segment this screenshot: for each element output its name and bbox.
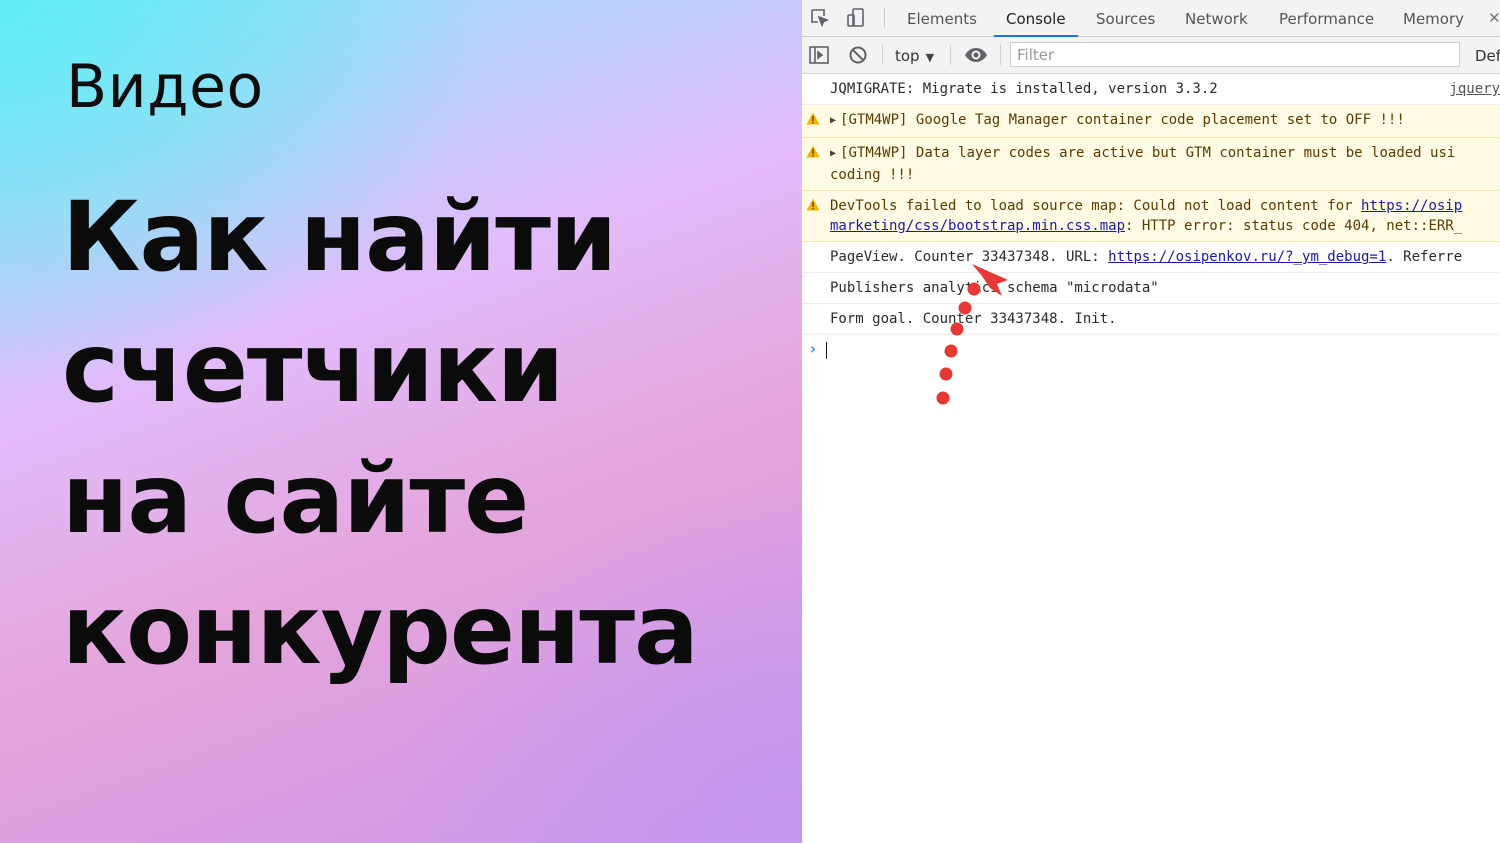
prompt-chevron-icon: › — [808, 339, 818, 358]
console-warning: ▶ [GTM4WP] Data layer codes are active bu… — [802, 138, 1500, 191]
message-text: Publishers analytics schema "microdata" — [830, 280, 1159, 296]
close-icon[interactable]: ✕ — [1488, 0, 1500, 36]
headline-line: Как найти — [62, 181, 617, 293]
headline-line: конкурента — [62, 574, 699, 686]
context-label: top — [895, 47, 920, 65]
message-link[interactable]: marketing/css/bootstrap.min.css.map — [830, 218, 1125, 234]
message-text: Form goal. Counter 33437348. Init. — [830, 311, 1117, 327]
headline-line: на сайте — [62, 443, 529, 555]
tab-memory[interactable]: Memory — [1403, 0, 1464, 36]
console-prompt[interactable]: › — [802, 335, 1500, 363]
text-cursor — [825, 341, 827, 359]
console-toolbar: top ▼ Def — [802, 37, 1500, 74]
message-text: [GTM4WP] Google Tag Manager container co… — [840, 112, 1405, 128]
console-message: JQMIGRATE: Migrate is installed, version… — [802, 74, 1500, 105]
inspect-element-icon[interactable] — [808, 6, 832, 30]
promo-panel: Видео Как найти счетчики на сайте конкур… — [0, 0, 802, 843]
sidebar-toggle-icon[interactable] — [808, 44, 830, 66]
toolbar-divider — [882, 45, 883, 65]
device-toolbar-icon[interactable] — [844, 6, 868, 30]
message-text-continued: marketing/css/bootstrap.min.css.map: HTT… — [830, 216, 1500, 236]
message-source-link[interactable]: jquery — [1449, 79, 1500, 99]
console-message: PageView. Counter 33437348. URL: https:/… — [802, 242, 1500, 273]
clear-console-icon[interactable] — [847, 44, 869, 66]
message-text: [GTM4WP] Data layer codes are active but… — [840, 145, 1456, 161]
console-message: Form goal. Counter 33437348. Init. — [802, 304, 1500, 335]
console-output: JQMIGRATE: Migrate is installed, version… — [802, 74, 1500, 843]
message-text: . Referre — [1386, 249, 1463, 265]
warning-icon — [806, 145, 820, 158]
tab-console[interactable]: Console — [994, 0, 1078, 37]
message-text: : HTTP error: status code 404, net::ERR_ — [1125, 218, 1463, 234]
devtools-tabbar: Elements Console Sources Network Perform… — [802, 0, 1500, 37]
message-text: DevTools failed to load source map: Coul… — [830, 198, 1362, 214]
context-selector[interactable]: top ▼ — [895, 37, 934, 73]
toolbar-divider — [1000, 45, 1001, 65]
warning-icon — [806, 198, 820, 211]
caret-down-icon: ▼ — [925, 51, 935, 64]
tabbar-divider — [884, 8, 885, 28]
message-text: JQMIGRATE: Migrate is installed, version… — [830, 81, 1218, 97]
expand-triangle-icon[interactable]: ▶ — [830, 115, 836, 126]
eye-icon[interactable] — [964, 44, 987, 66]
message-text-continued: coding !!! — [830, 167, 915, 183]
console-warning: DevTools failed to load source map: Coul… — [802, 191, 1500, 242]
console-message: Publishers analytics schema "microdata" — [802, 273, 1500, 304]
console-warning: ▶ [GTM4WP] Google Tag Manager container c… — [802, 105, 1500, 138]
promo-kicker: Видео — [66, 52, 264, 122]
message-link[interactable]: https://osip — [1361, 198, 1462, 214]
warning-icon — [806, 112, 820, 125]
devtools-panel: Elements Console Sources Network Perform… — [802, 0, 1500, 843]
promo-headline: Как найти счетчики на сайте конкурента — [62, 172, 699, 696]
log-levels-dropdown[interactable]: Def — [1475, 37, 1500, 73]
expand-triangle-icon[interactable]: ▶ — [830, 148, 836, 159]
tab-network[interactable]: Network — [1185, 0, 1248, 36]
message-text: PageView. Counter 33437348. URL: — [830, 249, 1109, 265]
tab-sources[interactable]: Sources — [1096, 0, 1155, 36]
headline-line: счетчики — [62, 312, 564, 424]
tab-performance[interactable]: Performance — [1279, 0, 1374, 36]
toolbar-divider — [950, 45, 951, 65]
filter-input[interactable] — [1010, 42, 1460, 67]
message-link[interactable]: https://osipenkov.ru/?_ym_debug=1 — [1108, 249, 1386, 265]
tab-elements[interactable]: Elements — [907, 0, 977, 36]
